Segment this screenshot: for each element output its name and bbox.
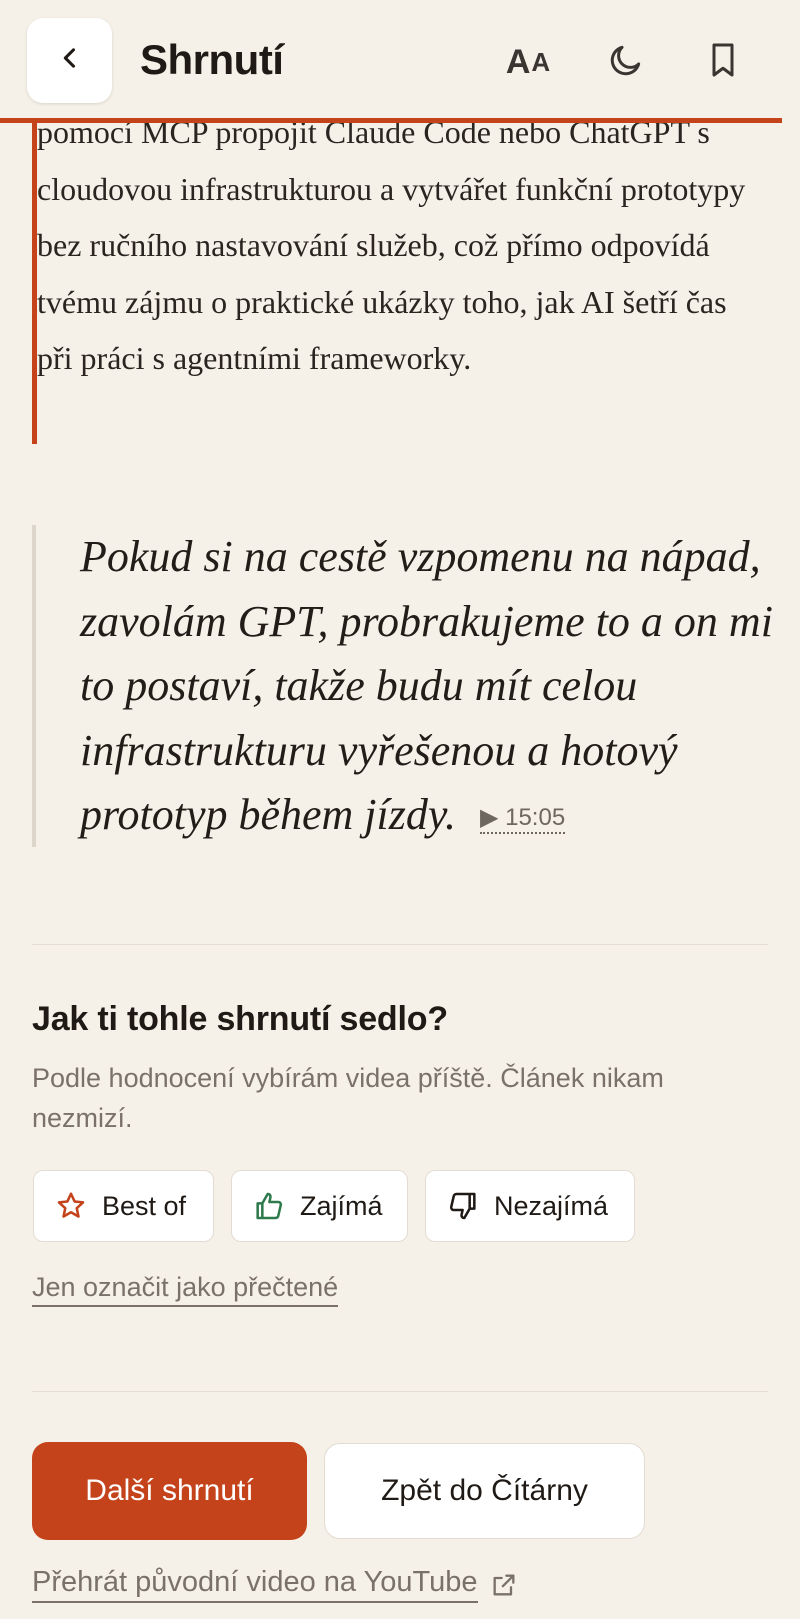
mark-as-read-link[interactable]: Jen označit jako přečtené bbox=[32, 1272, 339, 1307]
moon-icon bbox=[607, 41, 645, 84]
thumbs-down-icon bbox=[446, 1189, 480, 1223]
summary-page: pomocí MCP propojit Claude Code nebo Cha… bbox=[0, 0, 800, 1619]
font-size-label-big: A bbox=[505, 42, 531, 81]
next-summary-button[interactable]: Další shrnutí bbox=[32, 1442, 307, 1540]
quote-block: Pokud si na cestě vzpomenu na nápad, zav… bbox=[32, 525, 773, 847]
feedback-title: Jak ti tohle shrnutí sedlo? bbox=[32, 1000, 448, 1038]
quote-paragraph: Pokud si na cestě vzpomenu na nápad, zav… bbox=[80, 525, 800, 851]
font-size-button[interactable]: AA bbox=[500, 34, 556, 90]
best-of-label: Best of bbox=[102, 1190, 187, 1221]
external-link-icon bbox=[490, 1571, 518, 1599]
feedback-subtitle: Podle hodnocení vybírám videa příště. Čl… bbox=[32, 1063, 664, 1133]
interesting-button[interactable]: Zajímá bbox=[231, 1170, 408, 1242]
back-button[interactable] bbox=[27, 18, 112, 103]
star-icon bbox=[54, 1189, 88, 1223]
thumbs-up-icon bbox=[252, 1189, 286, 1223]
bookmark-icon bbox=[705, 40, 741, 85]
reading-progress-bar bbox=[0, 118, 782, 123]
youtube-link-label: Přehrát původní video na YouTube bbox=[32, 1566, 478, 1603]
divider bbox=[32, 944, 768, 945]
best-of-button[interactable]: Best of bbox=[33, 1170, 214, 1242]
font-size-label-small: A bbox=[531, 46, 551, 77]
page-title: Shrnutí bbox=[140, 36, 284, 83]
interesting-label: Zajímá bbox=[300, 1190, 383, 1221]
bookmark-button[interactable] bbox=[695, 34, 751, 90]
app-header: Shrnutí AA bbox=[0, 0, 800, 120]
not-interesting-label: Nezajímá bbox=[494, 1190, 609, 1221]
chevron-left-icon bbox=[56, 44, 84, 77]
summary-paragraph: pomocí MCP propojit Claude Code nebo Cha… bbox=[37, 114, 746, 376]
divider bbox=[32, 1391, 768, 1392]
theme-toggle-button[interactable] bbox=[598, 34, 654, 90]
not-interesting-button[interactable]: Nezajímá bbox=[425, 1170, 635, 1242]
youtube-link[interactable]: Přehrát původní video na YouTube bbox=[32, 1566, 518, 1603]
quote-text: Pokud si na cestě vzpomenu na nápad, zav… bbox=[80, 532, 773, 839]
quote-timestamp-link[interactable]: ▶ 15:05 bbox=[479, 804, 566, 834]
back-to-reader-button[interactable]: Zpět do Čítárny bbox=[324, 1443, 645, 1539]
